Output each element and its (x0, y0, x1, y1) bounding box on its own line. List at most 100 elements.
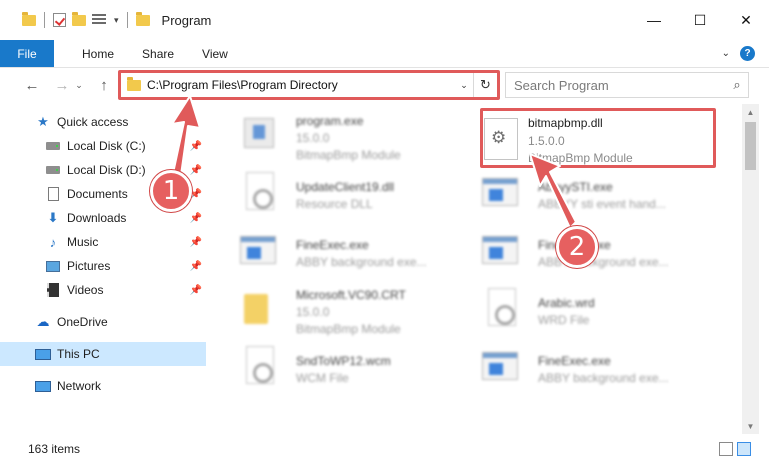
file-highlight-box (480, 108, 716, 168)
recent-locations-icon[interactable]: ⌄ (72, 73, 86, 97)
file-item[interactable]: UpdateClient19.dll Resource DLL (226, 166, 456, 220)
new-folder-icon[interactable] (72, 11, 86, 26)
properties-check-icon[interactable] (53, 13, 66, 27)
maximize-button[interactable]: ☐ (677, 0, 723, 40)
up-button[interactable]: ↑ (92, 73, 116, 97)
folder-icon (22, 11, 36, 26)
sidebar-item-music[interactable]: ♪ Music 📌 (44, 230, 206, 254)
step-2-badge: 2 (556, 226, 598, 268)
tab-share[interactable]: Share (128, 40, 188, 67)
ribbon-right-controls: ⌄ ? (722, 46, 755, 61)
navigation-pane: ★ Quick access Local Disk (C:) 📌 Local D… (0, 108, 210, 434)
address-dropdown-icon[interactable]: ⌄ (455, 80, 473, 91)
quick-access-toolbar: ▾ Program (0, 11, 212, 28)
vertical-scrollbar[interactable]: ▲ ▼ (742, 104, 759, 434)
drive-icon (44, 162, 62, 178)
scroll-up-icon[interactable]: ▲ (742, 104, 759, 120)
large-icons-view-icon[interactable] (737, 442, 751, 456)
back-button[interactable]: ← (20, 73, 44, 97)
sidebar-item-network[interactable]: Network (34, 374, 206, 398)
documents-icon (44, 186, 62, 202)
address-path[interactable]: C:\Program Files\Program Directory (147, 78, 455, 92)
pin-icon[interactable]: 📌 (190, 213, 202, 224)
music-icon: ♪ (49, 234, 57, 250)
file-detail: ABBY background exe... (538, 255, 669, 269)
view-toggle (719, 442, 751, 456)
item-count: 163 items (28, 442, 81, 456)
search-input[interactable]: Search Program (514, 78, 726, 93)
file-name: AbbyySTI.exe (538, 180, 613, 194)
pin-icon[interactable]: 📌 (190, 261, 202, 272)
sidebar-item-label: Local Disk (C:) (67, 139, 146, 153)
wcm-file-icon (240, 346, 280, 386)
sidebar-item-label: Local Disk (D:) (67, 163, 146, 177)
file-name: FineExec.exe (538, 354, 611, 368)
pin-icon[interactable]: 📌 (190, 237, 202, 248)
sidebar-item-label: This PC (57, 347, 100, 361)
sidebar-item-videos[interactable]: Videos 📌 (44, 278, 206, 302)
address-folder-icon (127, 76, 141, 91)
ribbon-tabs: File Home Share View ⌄ ? (0, 40, 769, 68)
status-bar: 163 items (0, 438, 769, 460)
details-view-icon[interactable] (719, 442, 733, 456)
computer-icon (34, 346, 52, 362)
sidebar-item-pictures[interactable]: Pictures 📌 (44, 254, 206, 278)
file-item[interactable]: FineExec.exe ABBY background exe... (468, 340, 698, 394)
toolbar-dropdown-icon[interactable]: ▾ (114, 15, 119, 26)
file-name: FineExec.exe (296, 238, 369, 252)
sidebar-item-label: OneDrive (57, 315, 108, 329)
search-box[interactable]: Search Program ⌕ (505, 72, 749, 98)
scrollbar-thumb[interactable] (745, 122, 756, 170)
customize-toolbar-icon[interactable] (92, 13, 108, 27)
address-bar[interactable]: C:\Program Files\Program Directory ⌄ ↻ (120, 72, 498, 98)
file-name: Microsoft.VC90.CRT (296, 288, 406, 302)
window-folder-icon (135, 11, 150, 26)
sidebar-item-quick-access[interactable]: ★ Quick access (34, 110, 206, 134)
sidebar-item-downloads[interactable]: ⬇ Downloads 📌 (44, 206, 206, 230)
file-item[interactable]: Microsoft.VC90.CRT 15.0.0 BitmapBmp Modu… (226, 282, 456, 336)
file-detail: WCM File (296, 371, 349, 385)
search-icon[interactable]: ⌕ (726, 77, 748, 93)
file-item[interactable]: AbbyySTI.exe ABBYY sti event hand... (468, 166, 698, 220)
file-item[interactable]: program.exe 15.0.0 BitmapBmp Module (226, 108, 456, 162)
forward-button[interactable]: → (50, 73, 74, 97)
navigation-bar: ← → ⌄ ↑ C:\Program Files\Program Directo… (0, 69, 769, 101)
file-list: program.exe 15.0.0 BitmapBmp Module Upda… (212, 104, 742, 434)
exe-file-icon (482, 172, 522, 212)
cloud-icon: ☁ (36, 314, 50, 329)
tab-home[interactable]: Home (54, 40, 128, 67)
setup-file-icon (240, 114, 280, 154)
file-name: UpdateClient19.dll (296, 180, 395, 194)
file-item[interactable]: SndToWP12.wcm WCM File (226, 340, 456, 394)
file-detail: ABBY background exe... (296, 255, 427, 269)
file-item[interactable]: Arabic.wrd WRD File (468, 282, 698, 336)
help-icon[interactable]: ? (740, 46, 755, 61)
sidebar-item-local-disk-c[interactable]: Local Disk (C:) 📌 (44, 134, 206, 158)
close-button[interactable]: ✕ (723, 0, 769, 40)
collapse-ribbon-icon[interactable]: ⌄ (722, 48, 730, 59)
file-detail: ABBY background exe... (538, 371, 669, 385)
pin-icon[interactable]: 📌 (190, 285, 202, 296)
star-icon: ★ (37, 114, 49, 129)
minimize-button[interactable]: — (631, 0, 677, 40)
pictures-icon (44, 258, 62, 274)
folder-icon (240, 288, 280, 328)
pin-icon[interactable]: 📌 (190, 165, 202, 176)
pin-icon[interactable]: 📌 (190, 141, 202, 152)
sidebar-item-this-pc[interactable]: This PC (0, 342, 206, 366)
tab-view[interactable]: View (188, 40, 242, 67)
refresh-button[interactable]: ↻ (473, 73, 497, 97)
sidebar-item-onedrive[interactable]: ☁ OneDrive (34, 310, 206, 334)
videos-icon (44, 282, 62, 298)
step-1-badge: 1 (150, 170, 192, 212)
window-title: Program (161, 12, 212, 28)
drive-icon (44, 138, 62, 154)
file-name: program.exe (296, 114, 364, 128)
file-item[interactable]: FineExec.exe ABBY background exe... (226, 224, 456, 278)
sidebar-item-label: Videos (67, 283, 104, 297)
scroll-down-icon[interactable]: ▼ (742, 418, 759, 434)
file-detail: BitmapBmp Module (296, 148, 401, 162)
sidebar-item-label: Pictures (67, 259, 111, 273)
tab-file[interactable]: File (0, 40, 54, 67)
network-icon (34, 378, 52, 394)
